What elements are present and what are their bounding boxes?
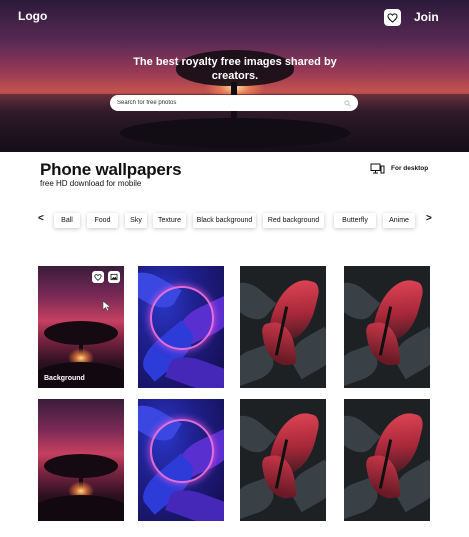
search-bar[interactable] bbox=[110, 95, 358, 111]
image-icon bbox=[110, 273, 118, 281]
wallpaper-tile-butterfly[interactable] bbox=[240, 266, 326, 388]
wallpaper-tile-sunset[interactable] bbox=[38, 399, 124, 521]
hero-ground bbox=[120, 118, 350, 148]
category-chip[interactable]: Texture bbox=[153, 213, 186, 228]
category-chip[interactable]: Ball bbox=[54, 213, 80, 228]
hero-banner: Logo Join The best royalty free images s… bbox=[0, 0, 469, 152]
hero-tagline: The best royalty free images shared by c… bbox=[133, 56, 337, 82]
category-chip[interactable]: Anime bbox=[383, 213, 415, 228]
heart-icon bbox=[94, 273, 102, 281]
neon-ring bbox=[150, 286, 214, 350]
wallpaper-tile-neon[interactable] bbox=[138, 266, 224, 388]
for-desktop-label: For desktop bbox=[391, 165, 429, 172]
neon-ring bbox=[150, 419, 214, 483]
category-chip[interactable]: Black background bbox=[193, 213, 256, 228]
wallpaper-tile-neon[interactable] bbox=[138, 399, 224, 521]
page-title: Phone wallpapers bbox=[40, 160, 182, 179]
favorites-button[interactable] bbox=[384, 9, 401, 26]
category-chip[interactable]: Butterfly bbox=[334, 213, 376, 228]
category-chip[interactable]: Food bbox=[87, 213, 118, 228]
category-prev-arrow[interactable]: < bbox=[38, 213, 44, 224]
search-icon[interactable] bbox=[344, 99, 351, 107]
category-chip[interactable]: Sky bbox=[125, 213, 147, 228]
wallpaper-tile-butterfly[interactable] bbox=[240, 399, 326, 521]
view-image-button[interactable] bbox=[108, 271, 120, 283]
tile-label: Background bbox=[44, 375, 85, 382]
cursor-arrow-icon bbox=[102, 300, 112, 312]
favorite-tile-button[interactable] bbox=[92, 271, 104, 283]
page-subtitle: free HD download for mobile bbox=[40, 179, 142, 188]
category-bar: < Ball Food Sky Texture Black background… bbox=[36, 212, 436, 230]
hill-silhouette bbox=[38, 495, 124, 521]
category-chip[interactable]: Red background bbox=[263, 213, 324, 228]
monitor-icon bbox=[370, 163, 385, 174]
search-input[interactable] bbox=[117, 100, 317, 106]
logo[interactable]: Logo bbox=[18, 9, 47, 23]
for-desktop-link[interactable]: For desktop bbox=[370, 163, 428, 174]
wallpaper-tile-sunset[interactable]: Background bbox=[38, 266, 124, 388]
join-button[interactable]: Join bbox=[414, 10, 439, 24]
category-next-arrow[interactable]: > bbox=[426, 213, 432, 224]
heart-icon bbox=[387, 12, 398, 23]
wallpaper-tile-butterfly[interactable] bbox=[344, 399, 430, 521]
wallpaper-tile-butterfly[interactable] bbox=[344, 266, 430, 388]
